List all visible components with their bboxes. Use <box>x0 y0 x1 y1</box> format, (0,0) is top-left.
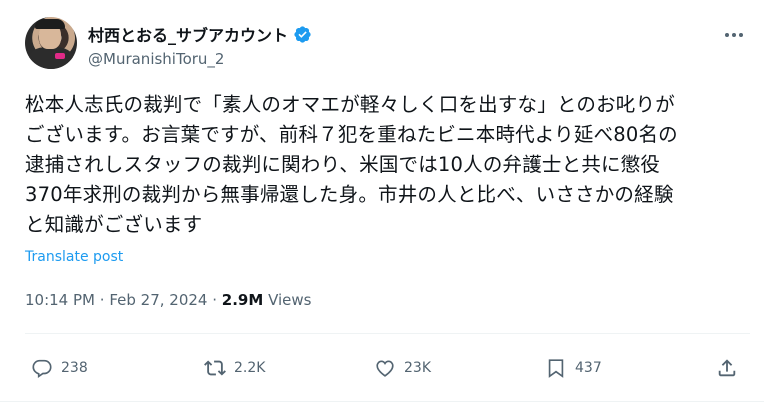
tweet-meta: 10:14 PM · Feb 27, 2024 · 2.9M Views <box>25 291 312 309</box>
avatar[interactable] <box>25 17 77 69</box>
divider <box>25 333 750 334</box>
tweet-date[interactable]: Feb 27, 2024 <box>109 291 207 309</box>
bookmark-button[interactable]: 437 <box>545 350 602 386</box>
bookmark-count: 437 <box>575 360 602 376</box>
like-count: 23K <box>404 360 431 376</box>
like-button[interactable]: 23K <box>374 350 431 386</box>
action-bar: 238 2.2K 23K 437 <box>0 350 764 386</box>
tweet-text: 松本人志氏の裁判で「素人のオマエが軽々しく口を出すな」とのお叱りが ございます。お… <box>25 90 750 240</box>
views-count: 2.9M <box>221 291 264 309</box>
tweet-line: ございます。お言葉ですが、前科７犯を重ねたビニ本時代より延べ80名の <box>25 123 678 146</box>
tweet-line: 逮捕されしスタッフの裁判に関わり、米国では10人の弁護士と共に懲役 <box>25 153 661 176</box>
share-button[interactable] <box>716 350 738 386</box>
reply-icon <box>32 359 52 379</box>
divider <box>0 401 764 402</box>
reply-count: 238 <box>61 360 88 376</box>
meta-separator: · <box>212 291 218 309</box>
reply-button[interactable]: 238 <box>31 350 88 386</box>
share-icon <box>718 359 736 377</box>
author-name-row: 村西とおる_サブアカウント <box>88 22 312 46</box>
meta-separator: · <box>99 291 105 309</box>
tweet-line: 370年求刑の裁判から無事帰還した身。市井の人と比べ、いささかの経験 <box>25 183 674 206</box>
bookmark-icon <box>548 359 564 378</box>
author-handle[interactable]: @MuranishiToru_2 <box>88 50 224 68</box>
tweet-line: と知識がございます <box>25 213 203 236</box>
tweet-line: 松本人志氏の裁判で「素人のオマエが軽々しく口を出すな」とのお叱りが <box>25 93 675 116</box>
avatar-body <box>29 47 73 69</box>
views-label: Views <box>268 291 312 309</box>
author-display-name[interactable]: 村西とおる_サブアカウント <box>88 22 288 46</box>
more-options-icon[interactable] <box>722 30 746 40</box>
repost-count: 2.2K <box>234 360 266 376</box>
more-dot <box>732 33 736 37</box>
verified-badge-icon[interactable] <box>293 25 312 44</box>
avatar-accent <box>55 53 65 59</box>
avatar-hat <box>35 19 65 29</box>
more-dot <box>739 33 743 37</box>
repost-button[interactable]: 2.2K <box>204 350 265 386</box>
tweet-time[interactable]: 10:14 PM <box>25 291 95 309</box>
repost-icon <box>204 360 226 376</box>
more-dot <box>725 33 729 37</box>
heart-icon <box>376 360 394 377</box>
translate-post-link[interactable]: Translate post <box>25 249 123 265</box>
